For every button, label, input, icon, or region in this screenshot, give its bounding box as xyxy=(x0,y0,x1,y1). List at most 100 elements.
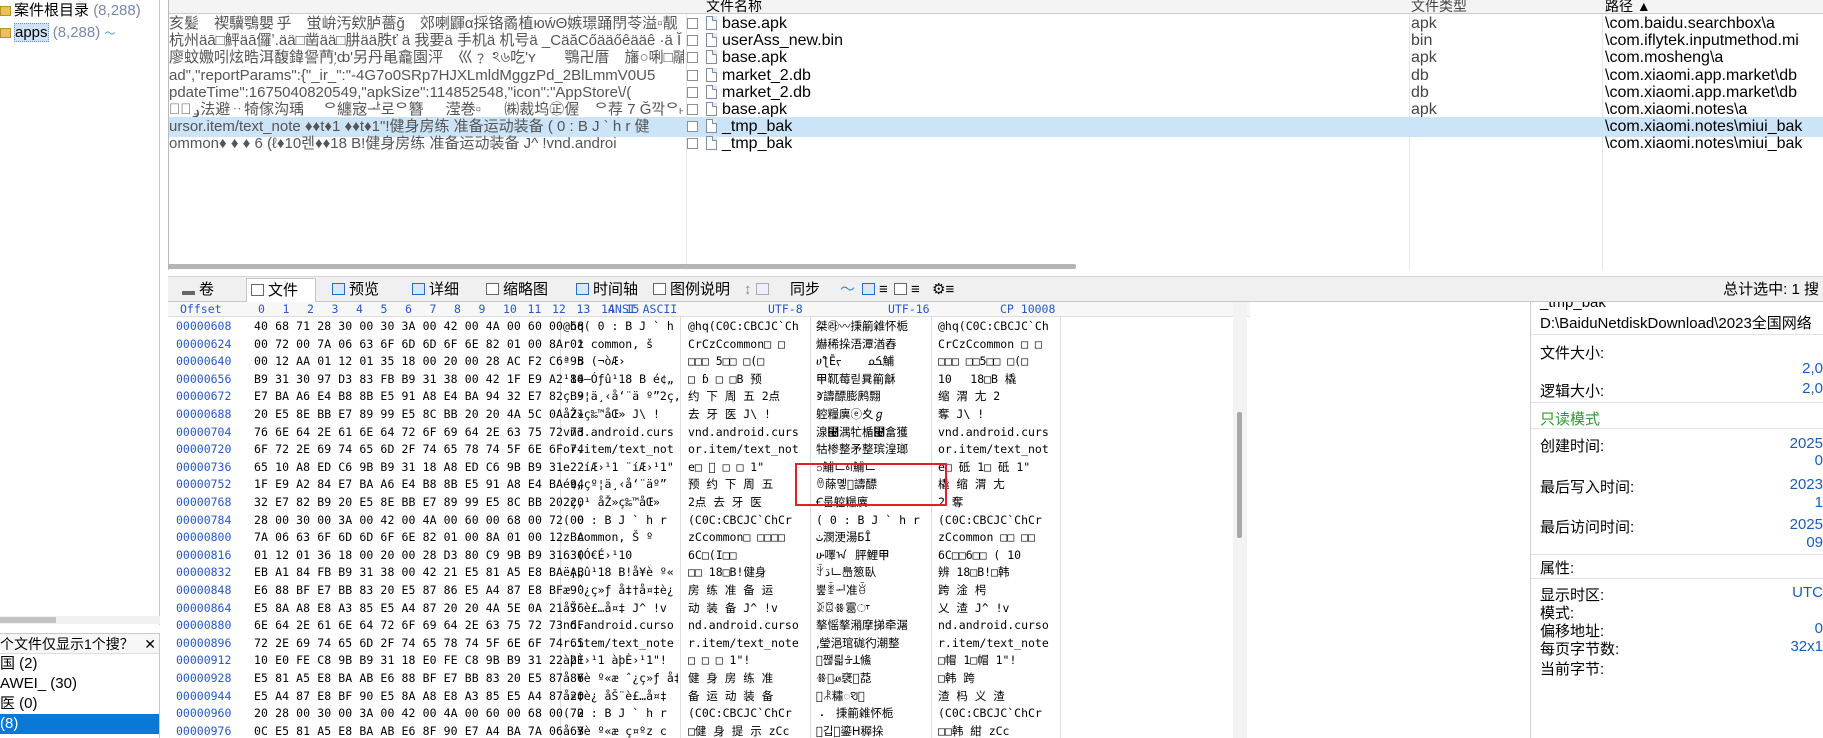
hex-row[interactable]: 00000800 7A 06 63 6F 6D 6D 6F 6E 82 01 00… xyxy=(168,529,1250,547)
hex-row[interactable]: 00000944 E5 A4 87 E8 BF 90 E5 8A A8 E8 A3… xyxy=(168,688,1250,706)
hex-cp10008: nd.android.curso xyxy=(938,618,1049,633)
byte-column-header: 13 xyxy=(576,302,591,316)
hex-offset: 00000624 xyxy=(176,336,232,351)
hex-ansi: or.item/text_not xyxy=(563,442,674,457)
hex-utf16: ( 0 : B J ` h r xyxy=(816,512,920,527)
sync-wave-icon[interactable]: 〜 xyxy=(836,278,855,302)
file-list-horizontal-scrollbar[interactable] xyxy=(168,262,1268,270)
column-header-type[interactable]: 文件类型 xyxy=(1411,0,1571,13)
hex-row[interactable]: 00000784 28 00 30 00 3A 00 42 00 4A 00 60… xyxy=(168,512,1250,530)
hex-ansi: nd.android.curso xyxy=(563,618,674,633)
hex-row[interactable]: 00000816 01 12 01 36 18 00 20 00 28 D3 80… xyxy=(168,547,1250,565)
scrollbar-thumb[interactable] xyxy=(0,617,56,623)
hex-row[interactable]: 00000848 E6 88 BF E7 BB 83 20 E5 87 86 E5… xyxy=(168,582,1250,600)
scrollbar-thumb[interactable] xyxy=(168,264,1076,269)
tab-file[interactable]: 文件 xyxy=(246,278,316,302)
hex-row[interactable]: 00000832 EB A1 84 FB B9 31 38 00 42 21 E5… xyxy=(168,564,1250,582)
hex-ansi: ( 0 : B J ` h r xyxy=(563,512,667,527)
hex-vertical-scrollbar[interactable] xyxy=(1233,302,1247,738)
filter-panel: 个文件仅显示1个搜？ ✕ 国 (2) AWEI_ (30) 医 (0) (8) xyxy=(0,633,160,738)
hex-row[interactable]: 00000656 B9 31 30 97 D3 83 FB B9 31 38 00… xyxy=(168,371,1250,389)
filter-item[interactable]: 医 (0) xyxy=(0,694,159,714)
hex-cp10008: □□□ □□5□□ □(□ xyxy=(938,354,1029,369)
hex-viewer[interactable]: Offset 0 1 2 3 4 5 6 7 8 9 10 11 12 13 14 15 ANSI ASCII… xyxy=(168,302,1250,738)
hex-utf8: 预 约 下 周 五 xyxy=(688,477,774,492)
filter-item[interactable]: AWEI_ (30) xyxy=(0,674,159,694)
prop-logical-value: 2,0 xyxy=(1802,380,1823,397)
hex-row[interactable]: 00000896 72 2E 69 74 65 6D 2F 74 65 78 74… xyxy=(168,635,1250,653)
hex-utf8: zCcommon□ □□□□ xyxy=(688,530,785,545)
highlight-annotation-box xyxy=(795,463,947,506)
hex-row[interactable]: 00000928 E5 81 A5 E8 BA AB E6 88 BF E7 BB… xyxy=(168,670,1250,688)
hex-row[interactable]: 00000864 E5 8A A8 E8 A3 85 E5 A4 87 20 20… xyxy=(168,600,1250,618)
hex-row[interactable]: 00000672 E7 BA A6 E4 B8 8B E5 91 A8 E4 BA… xyxy=(168,388,1250,406)
hex-offset: 00000816 xyxy=(176,547,232,562)
hex-cp10008: 奪 J\ ! xyxy=(938,407,985,421)
scrollbar-thumb[interactable] xyxy=(1237,412,1242,538)
hex-row[interactable]: 00000736 65 10 A8 ED C6 9B B9 31 18 A8 ED… xyxy=(168,459,1250,477)
hex-offset: 00000736 xyxy=(176,459,232,474)
prop-bpp-label: 每页字节数: xyxy=(1540,641,1620,658)
hex-row[interactable]: 00000752 1F E9 A2 84 E7 BA A6 E4 B8 8B E5… xyxy=(168,476,1250,494)
hex-utf16: ꗥꮺ裦莻 xyxy=(816,671,872,685)
close-icon[interactable]: ✕ xyxy=(144,634,156,654)
hex-ansi: àþÈ›¹1 àþÈ›¹1"! xyxy=(563,653,667,668)
tree-item-apps[interactable]: apps (8,288) 〜 xyxy=(0,22,159,44)
hex-row[interactable]: 00000640 00 12 AA 01 12 01 35 18 00 20 00… xyxy=(168,353,1250,371)
tab-timeline[interactable]: 时间轴 xyxy=(572,278,638,302)
gear-icon[interactable]: ⚙≡ xyxy=(928,278,954,302)
hex-cp10008: or.item/text_not xyxy=(938,442,1049,457)
hex-cp10008: e□ 砥 1□ 砥 1" xyxy=(938,459,1031,474)
hex-row[interactable]: 00000624 00 72 00 7A 06 63 6F 6D 6D 6F 6E… xyxy=(168,336,1250,354)
tab-legend[interactable]: 图例说明 xyxy=(649,278,730,302)
hex-row[interactable]: 00000960 20 28 00 30 00 3A 00 42 00 4A 00… xyxy=(168,705,1250,723)
tab-volume[interactable]: 卷 xyxy=(178,278,214,302)
hex-row[interactable]: 00000768 32 E7 82 B9 20 E5 8E BB E7 89 99… xyxy=(168,494,1250,512)
byte-column-header: 12 xyxy=(552,302,566,316)
tab-thumbnail[interactable]: 缩略图 xyxy=(482,278,548,302)
document-icon xyxy=(706,84,717,99)
hex-utf8: 房 练 准 备 运 xyxy=(688,583,774,597)
filter-item[interactable]: (8) xyxy=(0,714,159,734)
hex-row[interactable]: 00000976 0C E5 81 A5 E8 BA AB E6 8F 90 E7… xyxy=(168,723,1250,738)
hex-row[interactable]: 00000720 6F 72 2E 69 74 65 6D 2F 74 65 78… xyxy=(168,441,1250,459)
tree-item-case-root[interactable]: 案件根目录 (8,288) xyxy=(0,0,159,22)
hex-cp10008: □韩 跨 xyxy=(938,671,975,685)
hex-row[interactable]: 00000912 10 E0 FE C8 9B B9 31 18 E0 FE C8… xyxy=(168,652,1250,670)
hex-utf16: 牯椮整⽭整瑸湟瑯 xyxy=(816,442,908,457)
tab-details[interactable]: 详细 xyxy=(408,278,459,302)
prop-accessed-value: 2025 xyxy=(1789,516,1823,533)
hex-utf16: ⸲瑩浥琯硥彴潮整 xyxy=(816,635,900,650)
utf16-header: UTF-16 xyxy=(888,302,930,316)
hex-ansi: @hq( 0 : B J ` h xyxy=(563,319,674,333)
row-checkbox[interactable] xyxy=(687,134,707,154)
case-tree-panel[interactable]: 案件根目录 (8,288) apps (8,288) 〜 xyxy=(0,0,160,625)
tree-horizontal-scrollbar[interactable] xyxy=(0,616,160,624)
filter-item[interactable]: 国 (2) xyxy=(0,654,159,674)
hex-row[interactable]: 00000608 40 68 71 28 30 00 30 3A 00 42 00… xyxy=(168,318,1250,336)
document-icon xyxy=(706,67,717,82)
hex-cp10008: 辨 18□B!□韩 xyxy=(938,565,1010,580)
hex-ansi: åŽ»ç‰™åŒ» J\ ! xyxy=(563,407,660,421)
sort-arrows-icon[interactable]: ↕ xyxy=(740,278,773,302)
sync-wave-icon: 〜 xyxy=(104,28,116,40)
hex-utf16: 뿦ꃧᅬ准ꑥ xyxy=(816,583,867,597)
document-icon xyxy=(706,119,717,134)
binoculars-icon[interactable]: ≡ xyxy=(858,278,888,302)
hex-cp10008: (C0C:CBCJC`ChCr xyxy=(938,512,1042,527)
file-row[interactable]: ommon♦ ♦ ♦ 6 (ℓ♦10렌♦♦18 B!健身房练 准备运动装备 J^… xyxy=(169,134,1823,154)
hex-row[interactable]: 00000880 6E 64 2E 61 6E 64 72 6F 69 64 2E… xyxy=(168,617,1250,635)
hex-ansi: 2ç‚¹ åŽ»ç‰™åŒ» xyxy=(563,495,660,509)
column-header-path[interactable]: 路径 ▲ xyxy=(1605,0,1823,13)
thumbnail-icon xyxy=(486,283,499,295)
hex-row[interactable]: 00000704 76 6E 64 2E 61 6E 64 72 6F 69 64… xyxy=(168,424,1250,442)
hex-offset: 00000912 xyxy=(176,653,232,668)
prop-accessed-value2: 09 xyxy=(1806,534,1823,551)
tab-preview[interactable]: 预览 xyxy=(328,278,379,302)
tab-sync[interactable]: 同步 xyxy=(786,278,820,302)
hex-header: Offset 0 1 2 3 4 5 6 7 8 9 10 11 12 13 14 15 ANSI ASCII… xyxy=(168,302,1250,317)
compare-icon[interactable]: ≡ xyxy=(890,278,920,302)
file-list[interactable]: 文件名称 文件类型 路径 ▲ 亥髪 禊驥鶚嬰 乎 蛍峅汚欸胪薔ğ 郊喇鼲α採铬矞… xyxy=(168,0,1823,270)
hex-row[interactable]: 00000688 20 E5 8E BB E7 89 99 E5 8C BB 20… xyxy=(168,406,1250,424)
prop-size-value: 2,0 xyxy=(1802,360,1823,377)
